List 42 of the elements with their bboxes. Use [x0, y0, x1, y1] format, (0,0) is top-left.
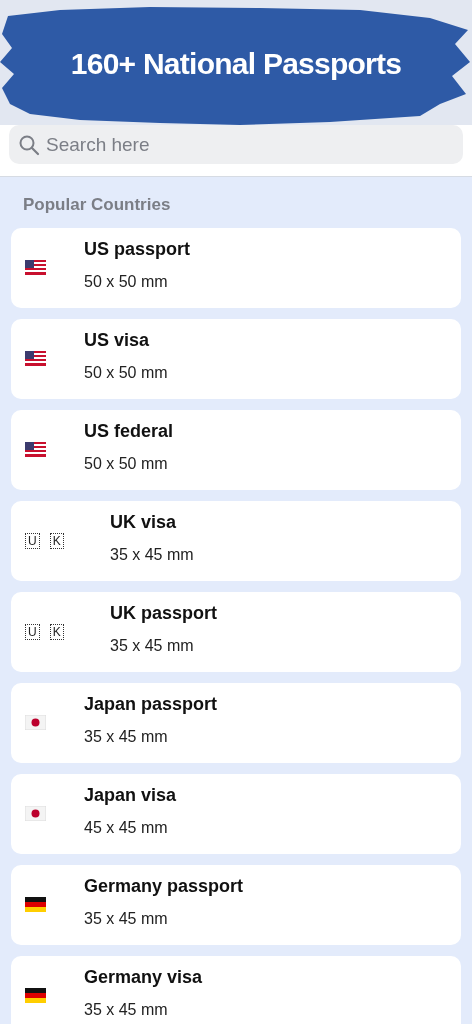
letter-symbol: U — [25, 532, 40, 549]
search-icon — [18, 134, 40, 156]
document-name: Japan visa — [84, 783, 177, 807]
country-card[interactable]: Germany visa 35 x 45 mm — [11, 955, 461, 1024]
document-name: Germany passport — [84, 874, 244, 898]
country-card[interactable]: US passport 50 x 50 mm — [11, 227, 461, 308]
flag-icon — [25, 442, 46, 457]
document-name: UK visa — [110, 510, 178, 534]
country-card[interactable]: Japan visa 45 x 45 mm — [11, 773, 461, 854]
letter-symbol: U — [25, 623, 40, 640]
section-title: Popular Countries — [22, 194, 172, 216]
country-card[interactable]: U K UK passport 35 x 45 mm — [11, 591, 461, 672]
letter-symbol: K — [49, 532, 64, 549]
country-card[interactable]: Japan passport 35 x 45 mm — [11, 682, 461, 763]
search-field[interactable]: Search here — [9, 125, 463, 164]
flag-icon — [25, 351, 46, 366]
photo-size: 35 x 45 mm — [110, 544, 194, 565]
document-name: US passport — [84, 237, 191, 261]
flag-icon — [25, 260, 46, 275]
photo-size: 50 x 50 mm — [84, 362, 168, 383]
photo-size: 35 x 45 mm — [84, 908, 169, 929]
country-card[interactable]: US federal 50 x 50 mm — [11, 409, 461, 490]
country-card[interactable]: U K UK visa 35 x 45 mm — [11, 500, 461, 581]
photo-size: 35 x 45 mm — [84, 726, 169, 747]
photo-size: 50 x 50 mm — [84, 453, 169, 474]
photo-size: 35 x 45 mm — [84, 999, 169, 1020]
photo-size: 50 x 50 mm — [84, 271, 169, 292]
letter-symbol: K — [49, 623, 64, 640]
photo-size: 35 x 45 mm — [110, 635, 195, 656]
country-card[interactable]: US visa 50 x 50 mm — [11, 318, 461, 399]
flag-icon — [25, 988, 46, 1003]
document-name: US federal — [84, 419, 174, 443]
document-name: UK passport — [110, 601, 217, 625]
page-title: 160+ National Passports — [70, 46, 402, 82]
country-card[interactable]: Germany passport 35 x 45 mm — [11, 864, 461, 945]
document-name: US visa — [84, 328, 151, 352]
photo-size: 45 x 45 mm — [84, 817, 169, 838]
flag-icon — [25, 897, 46, 912]
document-name: Japan passport — [84, 692, 218, 716]
flag-icon — [25, 806, 46, 821]
document-name: Germany visa — [84, 965, 203, 989]
flag-icon — [25, 715, 46, 730]
